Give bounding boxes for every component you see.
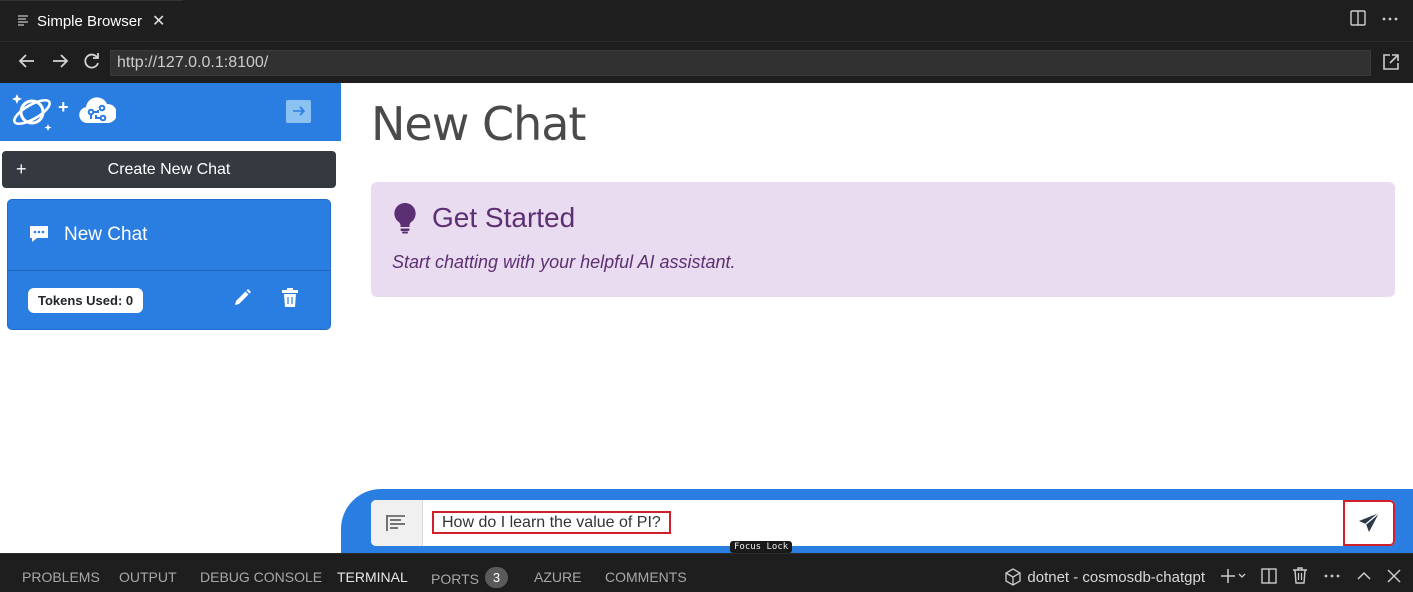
- get-started-alert: Get Started Start chatting with your hel…: [371, 182, 1395, 297]
- tab-title: Simple Browser: [37, 12, 143, 30]
- tab-terminal[interactable]: TERMINAL: [337, 569, 408, 585]
- ports-count-badge: 3: [484, 567, 508, 588]
- panel-actions: dotnet - cosmosdb-chatgpt: [1005, 567, 1401, 587]
- preview-icon: [17, 14, 31, 29]
- chat-main-area: New Chat Get Started Start chatting with…: [341, 83, 1413, 553]
- prompt-options-button[interactable]: [371, 500, 423, 546]
- edit-pencil-icon[interactable]: [232, 288, 254, 310]
- split-terminal-icon[interactable]: [1261, 567, 1277, 587]
- editor-actions: [1349, 9, 1399, 32]
- card-divider: [8, 270, 330, 271]
- chat-session-title: New Chat: [64, 224, 148, 245]
- browser-address-bar: http://127.0.0.1:8100/: [0, 41, 1413, 83]
- collapse-sidebar-button[interactable]: [286, 100, 311, 123]
- terminal-box-icon: [1005, 568, 1022, 586]
- lightbulb-icon: [393, 202, 417, 239]
- back-arrow-icon[interactable]: [16, 51, 38, 73]
- chat-bubble-icon: [28, 224, 50, 249]
- create-new-chat-button[interactable]: + Create New Chat: [2, 151, 336, 188]
- tab-comments[interactable]: COMMENTS: [605, 569, 687, 585]
- chat-session-card[interactable]: New Chat Tokens Used: 0: [7, 199, 331, 330]
- kill-terminal-trash-icon[interactable]: [1292, 567, 1308, 587]
- tab-debug-console[interactable]: DEBUG CONSOLE: [200, 569, 322, 585]
- send-button[interactable]: [1343, 500, 1395, 546]
- tab-ports[interactable]: PORTS 3: [431, 567, 508, 590]
- new-terminal-plus-icon[interactable]: [1220, 568, 1246, 587]
- delete-trash-icon[interactable]: [281, 288, 303, 310]
- editor-tab-bar: Simple Browser ✕: [0, 0, 1413, 41]
- reload-icon[interactable]: [81, 51, 103, 73]
- panel-tab-bar: PROBLEMS OUTPUT DEBUG CONSOLE TERMINAL P…: [0, 553, 1413, 592]
- url-input[interactable]: http://127.0.0.1:8100/: [110, 50, 1371, 76]
- page-title: New Chat: [371, 97, 586, 151]
- tab-ports-label: PORTS: [431, 571, 479, 587]
- create-new-chat-label: Create New Chat: [107, 161, 231, 178]
- tab-output[interactable]: OUTPUT: [119, 569, 177, 585]
- more-actions-icon[interactable]: [1323, 568, 1341, 587]
- prompt-input-text: How do I learn the value of PI?: [432, 511, 671, 534]
- chat-sidebar: + + Create New Chat New Chat Tokens Used…: [0, 83, 341, 553]
- azure-openai-cloud-logo-icon: [78, 95, 118, 132]
- tokens-used-badge: Tokens Used: 0: [28, 288, 144, 313]
- prompt-input-group: How do I learn the value of PI? Focus Lo…: [371, 500, 1395, 553]
- alert-title: Get Started: [432, 202, 576, 233]
- prompt-input[interactable]: How do I learn the value of PI? Focus Lo…: [423, 500, 1343, 553]
- more-actions-icon[interactable]: [1381, 9, 1399, 32]
- open-in-browser-icon[interactable]: [1381, 52, 1401, 77]
- alert-text: Start chatting with your helpful AI assi…: [392, 252, 736, 272]
- tab-problems[interactable]: PROBLEMS: [22, 569, 100, 585]
- cosmos-planet-logo-icon: [10, 90, 54, 139]
- maximize-panel-chevron-up-icon[interactable]: [1356, 568, 1372, 587]
- sidebar-header: +: [0, 83, 341, 141]
- tab-azure[interactable]: AZURE: [534, 569, 581, 585]
- focus-lock-tooltip: Focus Lock: [730, 541, 793, 553]
- prompt-bar: How do I learn the value of PI? Focus Lo…: [341, 489, 1413, 553]
- close-panel-icon[interactable]: [1387, 568, 1401, 586]
- close-icon[interactable]: ✕: [152, 11, 165, 31]
- plus-icon: +: [16, 159, 27, 179]
- split-editor-icon[interactable]: [1349, 9, 1367, 32]
- logo-plus-sign: +: [58, 97, 69, 117]
- terminal-selector[interactable]: dotnet - cosmosdb-chatgpt: [1005, 568, 1205, 586]
- forward-arrow-icon[interactable]: [49, 51, 71, 73]
- terminal-name: dotnet - cosmosdb-chatgpt: [1027, 568, 1205, 586]
- tab-simple-browser[interactable]: Simple Browser ✕: [0, 0, 183, 41]
